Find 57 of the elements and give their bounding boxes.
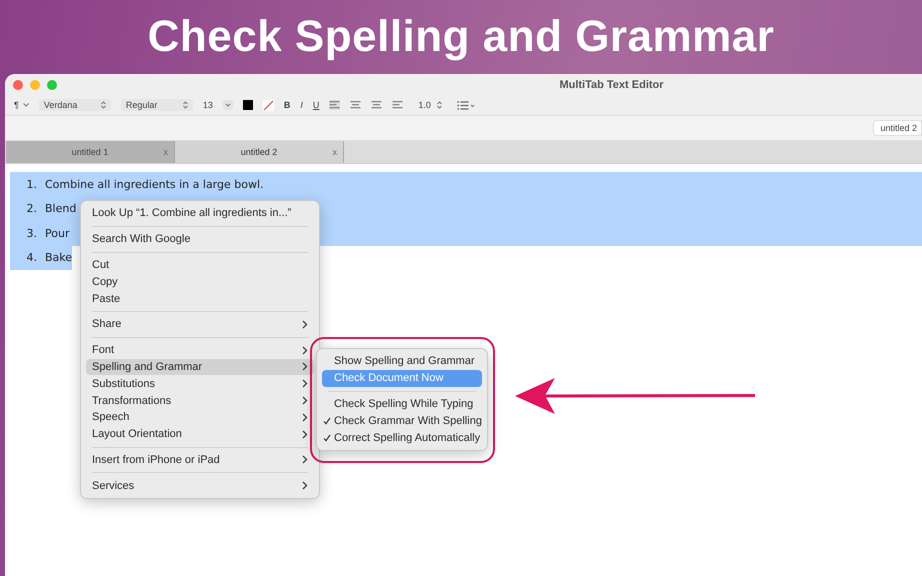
document-tab[interactable]: untitled 2 x: [175, 141, 344, 163]
list-number: 1.: [26, 178, 38, 191]
caret-icon[interactable]: [222, 100, 233, 110]
stepper-icon: [100, 101, 106, 109]
menu-item[interactable]: Insert from iPhone or iPad: [86, 452, 314, 468]
zoom-button[interactable]: [47, 80, 57, 90]
menu-item[interactable]: Look Up “1. Combine all ingredients in...”: [86, 205, 314, 222]
menu-item[interactable]: Font: [86, 342, 314, 359]
menu-item[interactable]: Search With Google: [86, 230, 314, 248]
underline-button[interactable]: U: [312, 100, 320, 110]
align-left-icon[interactable]: [329, 100, 340, 110]
list-icon[interactable]: [456, 100, 475, 110]
line-spacing-popup[interactable]: 1.0: [413, 99, 447, 111]
menu-item[interactable]: Spelling and Grammar: [86, 358, 314, 376]
paragraph-style-menu[interactable]: ¶: [14, 100, 29, 110]
menu-item[interactable]: Transformations: [86, 392, 314, 409]
arrow-icon: [515, 378, 755, 414]
tab-label: untitled 2: [240, 147, 278, 157]
menu-item[interactable]: Substitutions: [86, 375, 314, 392]
menu-item[interactable]: Check Spelling While Typing: [322, 396, 482, 412]
font-size-field[interactable]: 13: [202, 100, 213, 110]
menu-item[interactable]: Correct Spelling Automatically: [322, 429, 482, 446]
menu-item[interactable]: Share: [86, 316, 314, 333]
font-style-popup[interactable]: Regular: [120, 99, 193, 111]
tab-label: untitled 1: [72, 147, 108, 157]
align-center-icon[interactable]: [350, 100, 362, 110]
list-item-text: Bake: [45, 251, 72, 264]
close-button[interactable]: [13, 80, 23, 90]
list-number: 2.: [26, 202, 38, 216]
list-item-text: Blend: [45, 202, 76, 216]
close-tab-button[interactable]: x: [332, 147, 337, 157]
menu-item[interactable]: Check Grammar With Spelling: [322, 412, 482, 430]
document-tab[interactable]: untitled 1 x: [6, 141, 175, 163]
list-number: 4.: [26, 251, 38, 264]
stepper-icon: [436, 101, 442, 109]
menu-item[interactable]: Copy: [86, 273, 314, 290]
menu-item[interactable]: Speech: [86, 408, 314, 426]
document-pill[interactable]: untitled 2: [873, 120, 922, 136]
bold-button[interactable]: B: [284, 100, 290, 110]
no-color-swatch[interactable]: [262, 100, 274, 110]
font-family-popup[interactable]: Verdana: [38, 99, 111, 111]
menu-item[interactable]: Paste: [86, 290, 314, 307]
stepper-icon: [182, 101, 188, 109]
window-title: MultiTab Text Editor: [559, 78, 664, 90]
menu-item[interactable]: Show Spelling and Grammar: [322, 353, 482, 370]
justify-icon[interactable]: [392, 100, 404, 110]
menu-item[interactable]: Layout Orientation: [86, 426, 314, 443]
menu-item[interactable]: Cut: [86, 256, 314, 274]
list-item-text: Pour: [45, 226, 70, 240]
align-right-icon[interactable]: [371, 100, 382, 110]
italic-button[interactable]: I: [300, 100, 303, 110]
list-item-text: Combine all ingredients in a large bowl.: [45, 178, 264, 191]
menu-item[interactable]: Services: [86, 477, 314, 494]
text-color-swatch[interactable]: [242, 100, 253, 110]
caret-icon: [22, 103, 29, 107]
banner-title: Check Spelling and Grammar: [148, 12, 774, 62]
list-number: 3.: [26, 226, 38, 240]
